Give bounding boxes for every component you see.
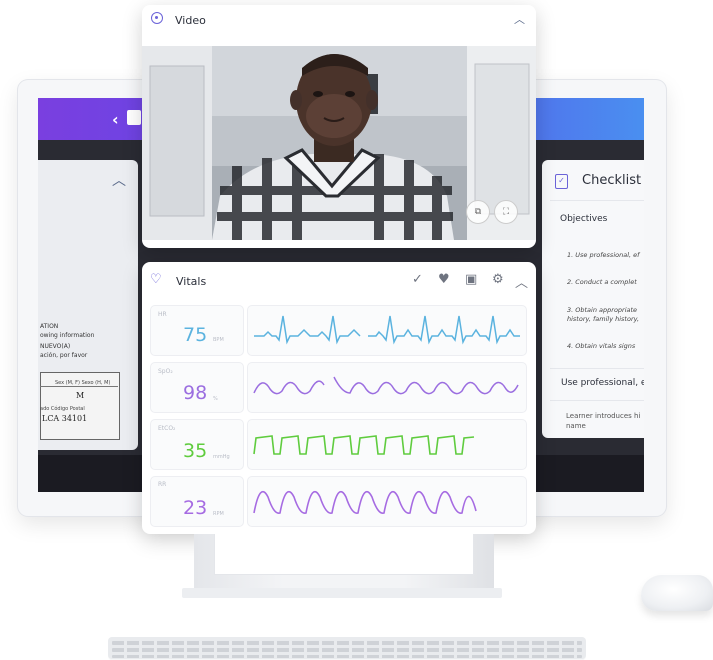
metric-label: SpO₂ <box>158 368 173 375</box>
metric-label: EtCO₂ <box>158 425 176 432</box>
metric-unit: % <box>213 396 218 402</box>
monitor-base <box>182 588 502 598</box>
webcam-icon <box>151 12 163 24</box>
hr-waveform <box>247 305 527 356</box>
checklist-criterion[interactable]: Learner introduces hi name <box>566 411 644 431</box>
form-cell-value: M <box>76 391 85 400</box>
mouse <box>641 575 713 611</box>
divider <box>550 200 644 201</box>
form-cell-label: ado Código Postal <box>40 406 85 412</box>
metric-value: 35 <box>183 440 208 462</box>
keyboard-keys <box>112 655 582 658</box>
metric-unit: BPM <box>213 337 224 343</box>
form-text-line: owing information <box>40 332 95 339</box>
objectives-heading: Objectives <box>560 214 608 224</box>
criterion-text: Learner introduces hi <box>566 412 641 420</box>
chevron-up-icon[interactable]: ︿ <box>515 272 528 291</box>
monitor-icon[interactable]: ▣ <box>465 272 477 287</box>
etco2-waveform <box>247 419 527 470</box>
spo2-waveform <box>247 362 527 413</box>
form-cell-value: LCA 34101 <box>42 414 88 423</box>
metric-unit: mmHg <box>213 454 230 460</box>
objective-item[interactable]: 3. Obtain appropriate <box>567 306 645 315</box>
metric-value: 98 <box>183 382 208 404</box>
keyboard-keys <box>112 648 582 652</box>
video-title: Video <box>175 14 206 27</box>
checklist-title: Checklist <box>582 173 642 188</box>
divider <box>550 368 644 369</box>
collapse-chevron-icon[interactable]: ︿ <box>514 11 525 27</box>
metric-label: HR <box>158 311 167 318</box>
heart-icon: ♡ <box>150 272 162 287</box>
criterion-text: name <box>566 422 586 430</box>
form-divider <box>40 386 118 387</box>
metric-value: 75 <box>183 324 208 346</box>
form-cell-label: Sex (M, F) Sexo (H, M) <box>55 380 111 386</box>
section-heading: Use professional, ef <box>561 378 644 388</box>
metric-label: RR <box>158 481 167 488</box>
picture-in-picture-button[interactable]: ⧉ <box>466 200 490 224</box>
metric-value: 23 <box>183 497 208 519</box>
objective-item[interactable]: 1. Use professional, ef <box>567 251 645 260</box>
fullscreen-button[interactable]: ⛶ <box>494 200 518 224</box>
vitals-title: Vitals <box>176 275 207 288</box>
app-logo-icon <box>127 110 141 125</box>
checklist-panel <box>542 160 644 438</box>
collapse-chevron-icon[interactable]: ︿ <box>112 170 126 190</box>
metric-unit: RPM <box>213 511 224 517</box>
rr-waveform <box>247 476 527 527</box>
heart-icon[interactable]: ♥ <box>438 272 450 287</box>
check-icon[interactable]: ✓ <box>412 272 423 287</box>
keyboard-keys <box>112 641 582 645</box>
checklist-icon: ✓ <box>555 174 568 189</box>
objective-item[interactable]: 4. Obtain vitals signs <box>567 342 645 351</box>
form-text-line: ATION <box>40 323 59 330</box>
form-text-line: ación, por favor <box>40 352 88 359</box>
objective-item[interactable]: history, family history, <box>567 315 645 324</box>
objective-item[interactable]: 2. Conduct a complet <box>567 278 645 287</box>
back-chevron-icon[interactable]: ‹ <box>112 110 119 129</box>
monitor-stand-cutout <box>214 534 474 575</box>
form-text-line: NUEVO(A) <box>40 343 71 350</box>
divider <box>550 400 644 401</box>
gear-icon[interactable]: ⚙ <box>492 272 504 287</box>
